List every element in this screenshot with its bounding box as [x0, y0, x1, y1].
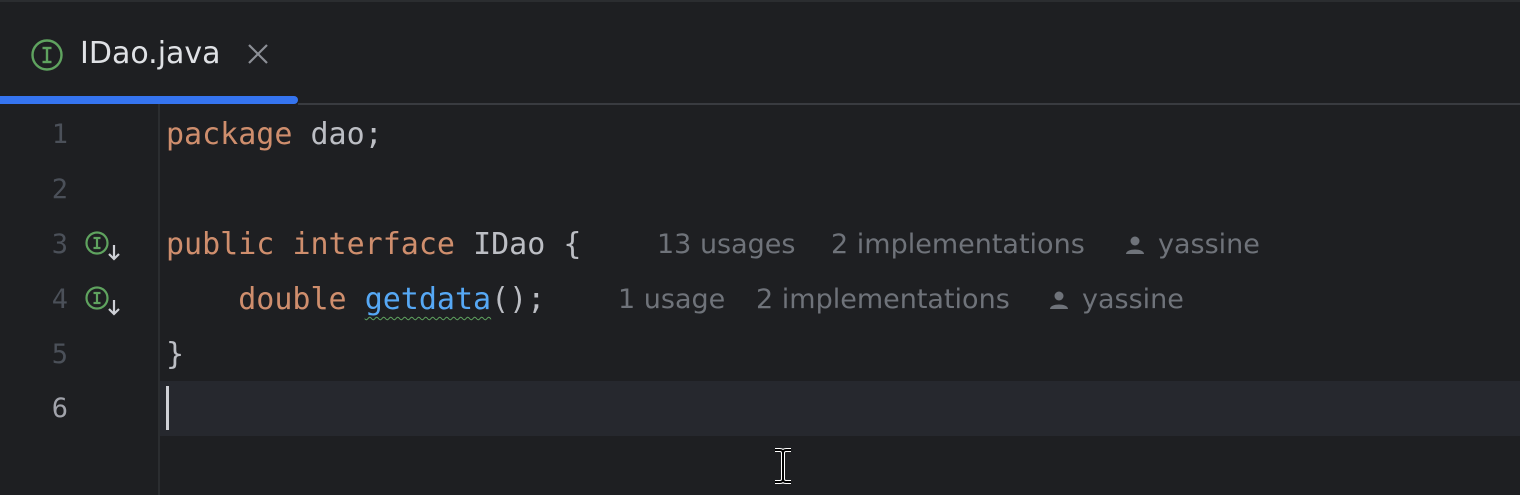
line-number[interactable]: 4 — [0, 272, 68, 327]
person-icon — [1050, 291, 1068, 309]
implementations-hint[interactable]: 2 implementations — [756, 272, 1010, 327]
author-name: yassine — [1082, 284, 1184, 315]
editor-tab-bar: IDao.java — [0, 2, 1520, 105]
close-icon[interactable] — [244, 40, 272, 68]
open-brace: { — [563, 227, 582, 262]
method-parens: (); — [491, 282, 546, 317]
implemented-interface-icon[interactable] — [84, 229, 124, 263]
interface-name: IDao — [473, 227, 546, 262]
line-number-active[interactable]: 6 — [0, 381, 68, 436]
implementations-hint[interactable]: 2 implementations — [831, 217, 1085, 272]
usages-hint[interactable]: 1 usage — [618, 272, 725, 327]
code-line-5[interactable]: } — [166, 327, 184, 382]
implemented-interface-icon[interactable] — [84, 284, 124, 318]
method-getdata[interactable]: getdata — [365, 282, 491, 317]
tab-bar-divider — [298, 103, 1520, 105]
keyword-package: package — [166, 117, 293, 152]
usages-hint[interactable]: 13 usages — [657, 217, 795, 272]
ibeam-cursor-icon — [775, 448, 791, 484]
tab-filename: IDao.java — [80, 36, 221, 71]
code-line-3[interactable]: public interface IDao { — [166, 217, 581, 272]
author-hint[interactable]: yassine — [1048, 272, 1184, 327]
package-name: dao; — [292, 117, 383, 152]
text-caret — [166, 386, 169, 430]
line-number[interactable]: 5 — [0, 327, 68, 382]
author-hint[interactable]: yassine — [1124, 217, 1260, 272]
keyword-interface: interface — [292, 227, 455, 262]
current-line-highlight — [0, 381, 1520, 436]
interface-icon — [31, 39, 63, 71]
person-icon — [1126, 236, 1144, 254]
code-line-1[interactable]: package dao; — [166, 107, 383, 162]
keyword-double: double — [238, 282, 347, 317]
line-number[interactable]: 2 — [0, 162, 68, 217]
code-line-4[interactable]: double getdata(); — [166, 272, 545, 327]
keyword-public: public — [166, 227, 275, 262]
close-brace: } — [166, 337, 185, 372]
gutter-separator — [158, 104, 160, 495]
tab-idao-java[interactable]: IDao.java — [0, 2, 298, 104]
active-tab-indicator — [0, 96, 298, 104]
line-number[interactable]: 1 — [0, 107, 68, 162]
line-number[interactable]: 3 — [0, 217, 68, 272]
author-name: yassine — [1158, 229, 1260, 260]
